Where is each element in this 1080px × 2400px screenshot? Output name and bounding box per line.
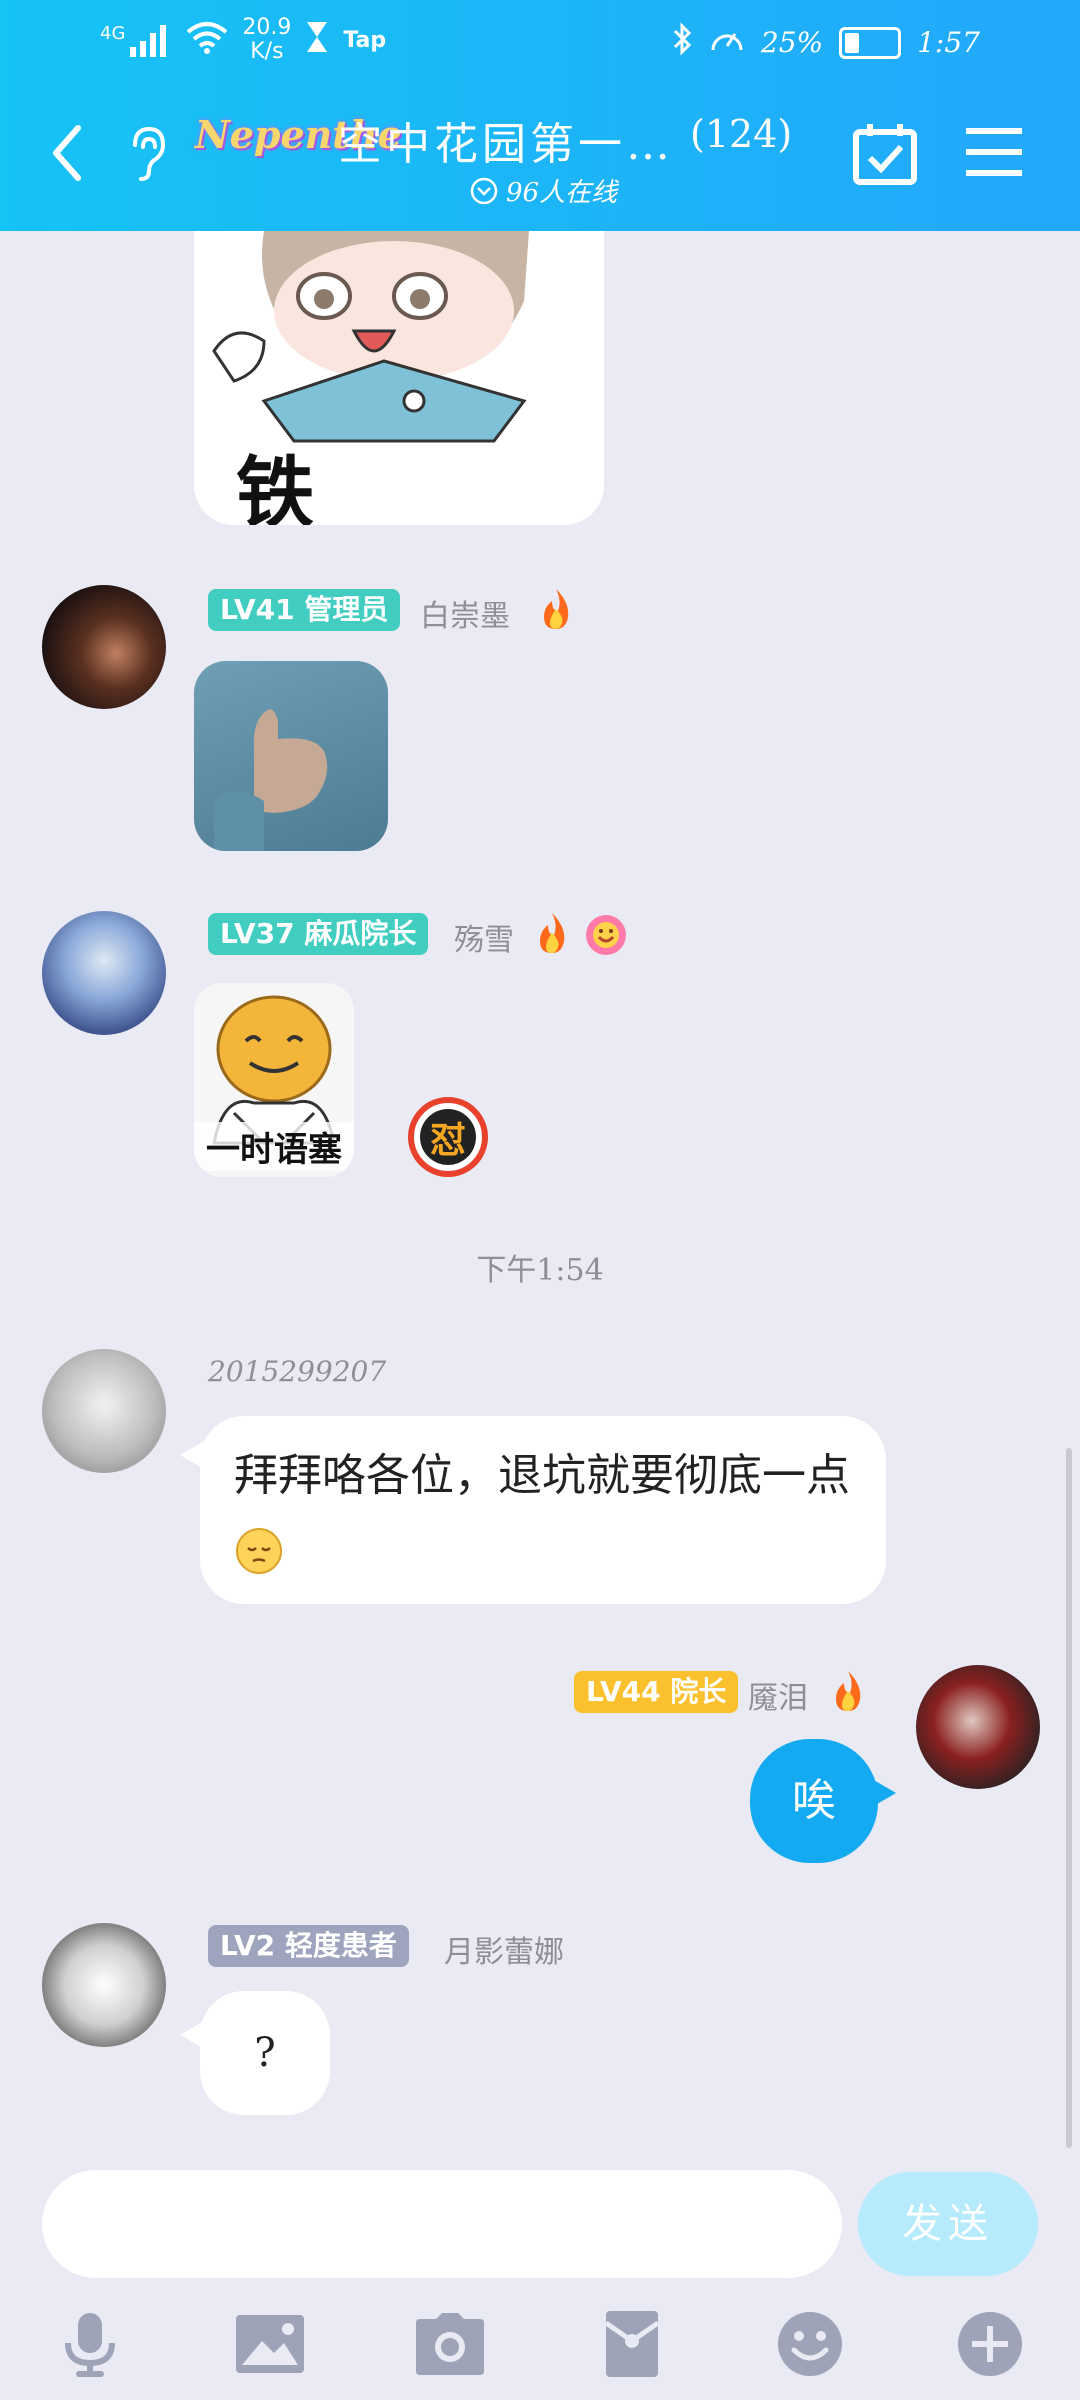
sender-name[interactable]: 魇泪 — [748, 1673, 808, 1717]
app-label: Tap — [343, 27, 387, 53]
sender-name[interactable]: 2015299207 — [208, 1355, 386, 1388]
level-badge: LV2 轻度患者 — [208, 1925, 409, 1967]
status-bar: 4G 20.9 K/s Tap 25% 1:57 — [0, 0, 1080, 80]
thumbs-up-photo — [214, 709, 328, 851]
hamburger-menu-icon — [966, 128, 1022, 176]
ear-icon — [133, 126, 166, 181]
chevron-down-circle-icon — [470, 177, 498, 204]
flame-icon — [536, 587, 576, 631]
battery-icon — [839, 26, 902, 59]
group-title[interactable]: 空中花园第一… — [338, 108, 674, 172]
chevron-left-icon — [53, 125, 81, 181]
avatar[interactable] — [916, 1665, 1040, 1789]
text-bubble[interactable]: ? — [200, 1991, 330, 2115]
composer: 发送 — [0, 2160, 1080, 2280]
title-bar: Nepenthe 空中花园第一… (124) 96人在线 — [0, 100, 1080, 220]
reaction-char: 怼 — [420, 1109, 476, 1165]
image-icon — [236, 2315, 304, 2373]
sender-name[interactable]: 殇雪 — [454, 915, 514, 959]
bubble-tail — [872, 1779, 896, 1807]
emoji-button[interactable] — [772, 2306, 848, 2382]
camera-button[interactable] — [412, 2306, 488, 2382]
message-list[interactable]: 铁咩！！！ LV41 管理员 白崇墨 LV37 麻瓜院长 殇雪 一时语塞 怼 下… — [0, 231, 1080, 2161]
hourglass-icon — [305, 20, 329, 61]
calendar-check-icon — [853, 124, 917, 185]
speed-value: 20.9 — [242, 15, 292, 40]
bluetooth-icon — [671, 22, 693, 63]
flame-icon — [828, 1669, 868, 1713]
online-status: 96人在线 — [470, 172, 617, 209]
emoji-icon — [778, 2312, 842, 2376]
speed-unit: K/s — [250, 39, 284, 64]
avatar[interactable] — [42, 1923, 166, 2047]
level-badge: LV41 管理员 — [208, 589, 401, 631]
back-button[interactable] — [40, 118, 94, 188]
sticker-caption: 一时语塞 — [194, 1122, 354, 1171]
sticker-message[interactable]: 铁咩！！！ — [194, 231, 604, 525]
app-header: 4G 20.9 K/s Tap 25% 1:57 Nepenthe 空中花园第一… — [0, 0, 1080, 231]
timestamp: 下午1:54 — [476, 1253, 604, 1288]
voice-button[interactable] — [52, 2306, 128, 2382]
image-message[interactable] — [194, 661, 388, 851]
message-text: ? — [254, 2030, 276, 2076]
avatar[interactable] — [42, 585, 166, 709]
signal-icon: 4G — [100, 23, 172, 57]
microphone-icon — [65, 2313, 115, 2377]
pensive-face-icon — [234, 1526, 284, 1576]
more-button[interactable] — [952, 2306, 1028, 2382]
red-packet-icon — [604, 2311, 660, 2377]
reaction-badge[interactable]: 怼 — [408, 1097, 488, 1177]
sticker-caption: 铁咩！！！ — [236, 449, 317, 525]
message-text: 拜拜咯各位，退坑就要彻底一点 — [234, 1450, 850, 1501]
clock: 1:57 — [917, 26, 980, 59]
online-count: 96人在线 — [506, 178, 618, 208]
avatar[interactable] — [42, 1349, 166, 1473]
speedometer-icon — [709, 22, 745, 63]
avatar[interactable] — [42, 911, 166, 1035]
level-badge: LV37 麻瓜院长 — [208, 913, 429, 955]
message-input[interactable] — [42, 2170, 842, 2278]
sender-name[interactable]: 月影蕾娜 — [444, 1927, 564, 1971]
text-bubble[interactable]: 拜拜咯各位，退坑就要彻底一点 — [200, 1416, 886, 1604]
sender-name[interactable]: 白崇墨 — [420, 591, 510, 635]
battery-percent: 25% — [760, 26, 824, 59]
plus-icon — [958, 2312, 1022, 2376]
wifi-icon — [186, 20, 228, 61]
flame-icon — [532, 911, 572, 955]
scrollbar[interactable] — [1066, 1448, 1072, 2148]
member-count: (124) — [690, 112, 793, 156]
level-badge: LV44 院长 — [574, 1671, 739, 1713]
flower-smile-icon — [584, 913, 628, 957]
send-button[interactable]: 发送 — [858, 2172, 1038, 2276]
network-speed: 20.9 K/s — [242, 16, 291, 64]
network-label: 4G — [100, 23, 126, 44]
earpiece-mode-button[interactable] — [122, 118, 172, 188]
battery-fill — [845, 32, 860, 53]
text-bubble[interactable]: 唉 — [750, 1739, 878, 1863]
sticker-message[interactable]: 一时语塞 — [194, 983, 354, 1177]
photo-button[interactable] — [232, 2306, 308, 2382]
camera-icon — [416, 2313, 484, 2375]
input-toolbar — [0, 2290, 1080, 2390]
red-packet-button[interactable] — [594, 2306, 670, 2382]
message-text: 唉 — [792, 1775, 836, 1826]
menu-button[interactable] — [962, 124, 1026, 180]
check-in-button[interactable] — [850, 120, 920, 190]
